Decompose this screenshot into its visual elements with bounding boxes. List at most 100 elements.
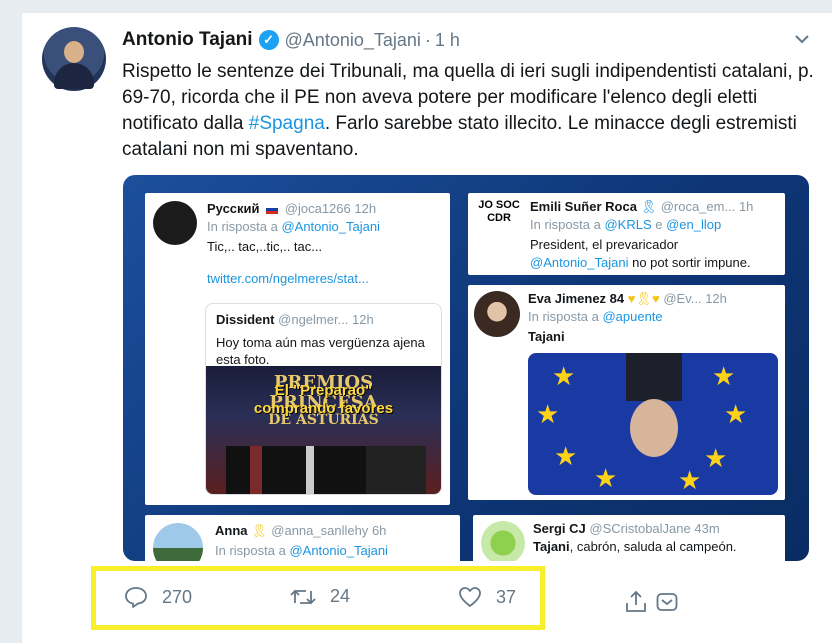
card-time: 12h: [354, 201, 377, 216]
verified-badge-icon: ✓: [258, 30, 279, 50]
tweet-header: Antonio Tajani ✓ @Antonio_Tajani · 1 h: [122, 27, 460, 53]
card-handle: @joca1266: [284, 201, 351, 216]
reply-prefix: In risposta a: [528, 309, 599, 324]
card-header: Eva Jimenez 84 ♥🎗♥ @Ev... 12h: [528, 291, 727, 307]
star-icon: ★: [712, 361, 736, 391]
card-time: 12h: [705, 291, 727, 306]
card-body-2: @Antonio_Tajani no pot sortir impune.: [530, 255, 751, 270]
card-reply-line: In risposta a @Antonio_Tajani: [207, 219, 380, 234]
eu-flag-photo: ★ ★ ★ ★ ★ ★ ★ ★: [528, 353, 778, 495]
card-reply-line: In risposta a @Antonio_Tajani: [215, 543, 388, 558]
reply-mention: @apuente: [602, 309, 663, 324]
reply-prefix: In risposta a: [215, 543, 286, 558]
body-after: no pot sortir impune.: [632, 255, 751, 270]
reply-mention-2: @en_llop: [666, 217, 722, 232]
card-header: Anna 🎗 @anna_sanllehy 6h: [215, 523, 386, 539]
star-icon: ★: [552, 361, 576, 391]
tweet-text: Rispetto le sentenze dei Tribunali, ma q…: [122, 59, 822, 163]
reply-icon: [125, 587, 147, 608]
author-name[interactable]: Antonio Tajani: [122, 29, 253, 51]
card-name: Русский: [207, 201, 260, 216]
card-name: Anna: [215, 523, 248, 538]
author-handle[interactable]: @Antonio_Tajani: [285, 30, 421, 51]
card-avatar: [474, 291, 520, 337]
quoted-body: Hoy toma aún mas vergüenza ajena esta fo…: [216, 335, 425, 367]
chevron-down-icon[interactable]: [794, 31, 810, 47]
retweet-count: 24: [330, 586, 351, 606]
card-avatar: [153, 201, 197, 245]
card-body: Tic,.. tac,..tic,.. tac...: [207, 239, 323, 254]
quoted-name: Dissident: [216, 312, 275, 327]
card-body: Tajani, cabrón, saluda al campeón.: [533, 539, 737, 554]
card-handle: @Ev...: [663, 291, 702, 306]
heart-icons: ♥🎗♥: [627, 291, 660, 306]
card-time: 6h: [371, 523, 387, 538]
photo-overlay-line1: El "Preparao": [274, 382, 373, 399]
direct-message-icon[interactable]: [656, 591, 678, 613]
card-time: 43m: [694, 521, 720, 536]
heart-icon: [459, 587, 481, 607]
reply-prefix: In risposta a: [207, 219, 278, 234]
screenshot-card-sergi: Sergi CJ @SCristobalJane 43m Tajani, cab…: [473, 515, 785, 561]
photo-overlay-line2: comprando favores: [253, 400, 394, 417]
share-icon[interactable]: [624, 590, 648, 614]
card-handle: @SCristobalJane: [589, 521, 691, 536]
screenshot-card-russky: Русский @joca1266 12h In risposta a @Ant…: [145, 193, 450, 505]
reply-button[interactable]: 270: [124, 586, 192, 608]
card-link: twitter.com/ngelmeres/stat...: [207, 271, 369, 286]
ribbon-icon: 🎗: [640, 199, 658, 214]
ribbon-icon: 🎗: [251, 523, 268, 538]
card-name: Eva Jimenez 84: [528, 291, 625, 306]
retweet-button[interactable]: 24: [290, 586, 350, 607]
tweet-time[interactable]: 1 h: [435, 30, 460, 51]
reply-mention: @Antonio_Tajani: [289, 543, 388, 558]
russia-flag-icon: [266, 205, 279, 215]
like-button[interactable]: 37: [458, 586, 516, 608]
star-icon: ★: [594, 463, 618, 493]
face-figure: [630, 399, 678, 457]
card-header: Emili Suñer Roca 🎗 @roca_em... 1h: [530, 199, 753, 215]
quoted-handle: @ngelmer...: [278, 312, 349, 327]
body-bold: Tajani: [533, 539, 570, 554]
premios-photo: PREMIOS PRINCESA DE ASTURIAS El "Prepara…: [206, 366, 441, 494]
tweet-media-image[interactable]: Русский @joca1266 12h In risposta a @Ant…: [123, 175, 809, 561]
card-header: Sergi CJ @SCristobalJane 43m: [533, 521, 720, 536]
card-avatar: [153, 523, 203, 561]
card-avatar: [481, 521, 525, 561]
card-name: Sergi CJ: [533, 521, 586, 536]
star-icon: ★: [678, 465, 702, 495]
quoted-time: 12h: [352, 312, 374, 327]
reply-prefix: In risposta a: [530, 217, 601, 232]
star-icon: ★: [724, 399, 748, 429]
body-rest: , cabrón, saluda al campeón.: [569, 539, 737, 554]
tweet[interactable]: Antonio Tajani ✓ @Antonio_Tajani · 1 h R…: [22, 12, 832, 643]
card-header: Русский @joca1266 12h: [207, 201, 376, 216]
reply-count: 270: [162, 586, 193, 607]
star-icon: ★: [536, 399, 560, 429]
reply-and: e: [655, 217, 663, 232]
screenshot-card-anna: Anna 🎗 @anna_sanllehy 6h In risposta a @…: [145, 515, 460, 561]
photo-people: [226, 446, 426, 494]
quoted-tweet: Dissident @ngelmer... 12h Hoy toma aún m…: [205, 303, 442, 495]
hashtag-link[interactable]: #Spagna: [249, 113, 325, 134]
quoted-header: Dissident @ngelmer... 12h: [216, 312, 374, 327]
retweet-icon: [290, 589, 316, 604]
cdr-avatar: JO SOC CDR: [478, 199, 520, 224]
suit-figure: [626, 353, 682, 401]
card-handle: @anna_sanllehy: [271, 523, 369, 538]
star-icon: ★: [704, 443, 728, 473]
body-mention: @Antonio_Tajani: [530, 255, 629, 270]
card-reply-line: In risposta a @apuente: [528, 309, 663, 324]
reply-mention-1: @KRLS: [604, 217, 652, 232]
like-count: 37: [496, 586, 517, 607]
card-name: Emili Suñer Roca: [530, 199, 637, 214]
card-body: President, el prevaricador: [530, 237, 679, 252]
reply-mention: @Antonio_Tajani: [281, 219, 380, 234]
screenshot-card-eva: Eva Jimenez 84 ♥🎗♥ @Ev... 12h In rispost…: [468, 285, 785, 500]
separator-dot: ·: [424, 29, 431, 50]
star-icon: ★: [554, 441, 578, 471]
card-handle: @roca_em...: [660, 199, 736, 214]
card-time: 1h: [738, 199, 754, 214]
card-reply-line: In risposta a @KRLS e @en_llop: [530, 217, 721, 232]
author-avatar[interactable]: [42, 27, 106, 91]
